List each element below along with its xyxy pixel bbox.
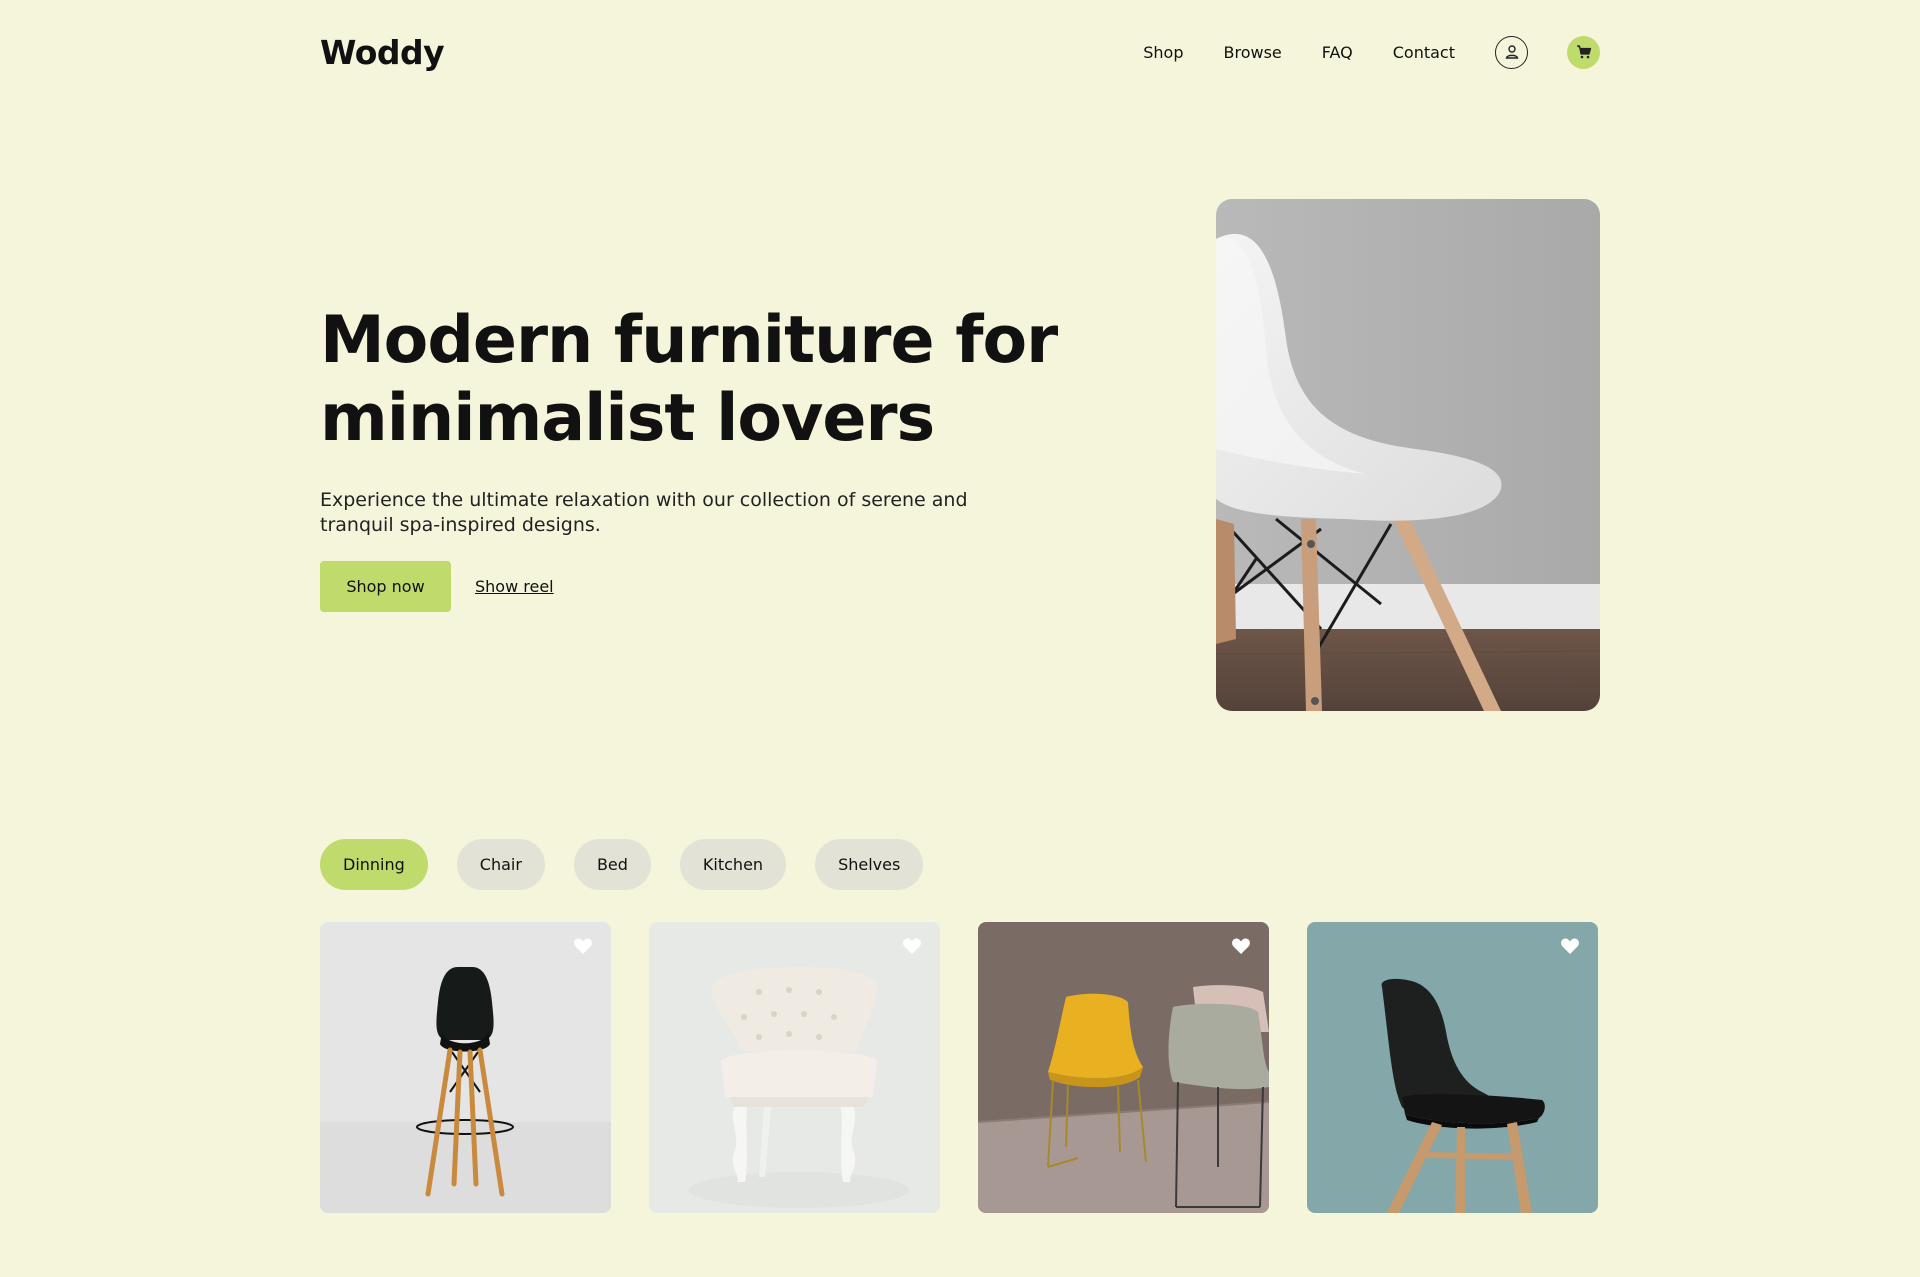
product-card-white-tufted-chair[interactable] bbox=[649, 922, 940, 1213]
user-icon bbox=[1505, 45, 1518, 59]
tab-shelves[interactable]: Shelves bbox=[815, 839, 924, 890]
nav-link-faq[interactable]: FAQ bbox=[1322, 43, 1353, 62]
heart-icon[interactable] bbox=[573, 937, 593, 955]
nav-link-shop[interactable]: Shop bbox=[1143, 43, 1183, 62]
hero-title: Modern furniture for minimalist lovers bbox=[320, 302, 1060, 458]
product-grid bbox=[320, 922, 1598, 1213]
site-header: Woddy Shop Browse FAQ Contact bbox=[320, 30, 1600, 74]
heart-icon[interactable] bbox=[1560, 937, 1580, 955]
product-card-black-bar-stool[interactable] bbox=[320, 922, 611, 1213]
product-card-black-scandinavian-chair[interactable] bbox=[1307, 922, 1598, 1213]
category-tabs: Dinning Chair Bed Kitchen Shelves bbox=[320, 839, 952, 890]
show-reel-link[interactable]: Show reel bbox=[475, 577, 554, 596]
tab-kitchen[interactable]: Kitchen bbox=[679, 839, 787, 890]
nav-link-browse[interactable]: Browse bbox=[1223, 43, 1281, 62]
hero-actions: Shop now Show reel bbox=[320, 561, 1060, 612]
tab-bed[interactable]: Bed bbox=[573, 839, 651, 890]
hero-title-line-2: minimalist lovers bbox=[320, 381, 935, 456]
tab-chair[interactable]: Chair bbox=[456, 839, 545, 890]
nav-link-contact[interactable]: Contact bbox=[1393, 43, 1455, 62]
brand-logo[interactable]: Woddy bbox=[320, 33, 445, 72]
cart-icon bbox=[1576, 45, 1591, 59]
hero-chair-image bbox=[1216, 199, 1600, 711]
heart-icon[interactable] bbox=[1231, 937, 1251, 955]
shop-now-button[interactable]: Shop now bbox=[320, 561, 451, 612]
tab-dinning[interactable]: Dinning bbox=[320, 839, 428, 890]
cart-button[interactable] bbox=[1567, 35, 1600, 69]
hero-subtitle: Experience the ultimate relaxation with … bbox=[320, 489, 968, 536]
product-card-yellow-and-grey-chairs[interactable] bbox=[978, 922, 1269, 1213]
user-account-button[interactable] bbox=[1495, 35, 1528, 69]
heart-icon[interactable] bbox=[902, 937, 922, 955]
main-nav: Shop Browse FAQ Contact bbox=[1143, 35, 1600, 69]
hero-section: Modern furniture for minimalist lovers E… bbox=[320, 302, 1060, 612]
hero-title-line-1: Modern furniture for bbox=[320, 303, 1058, 378]
